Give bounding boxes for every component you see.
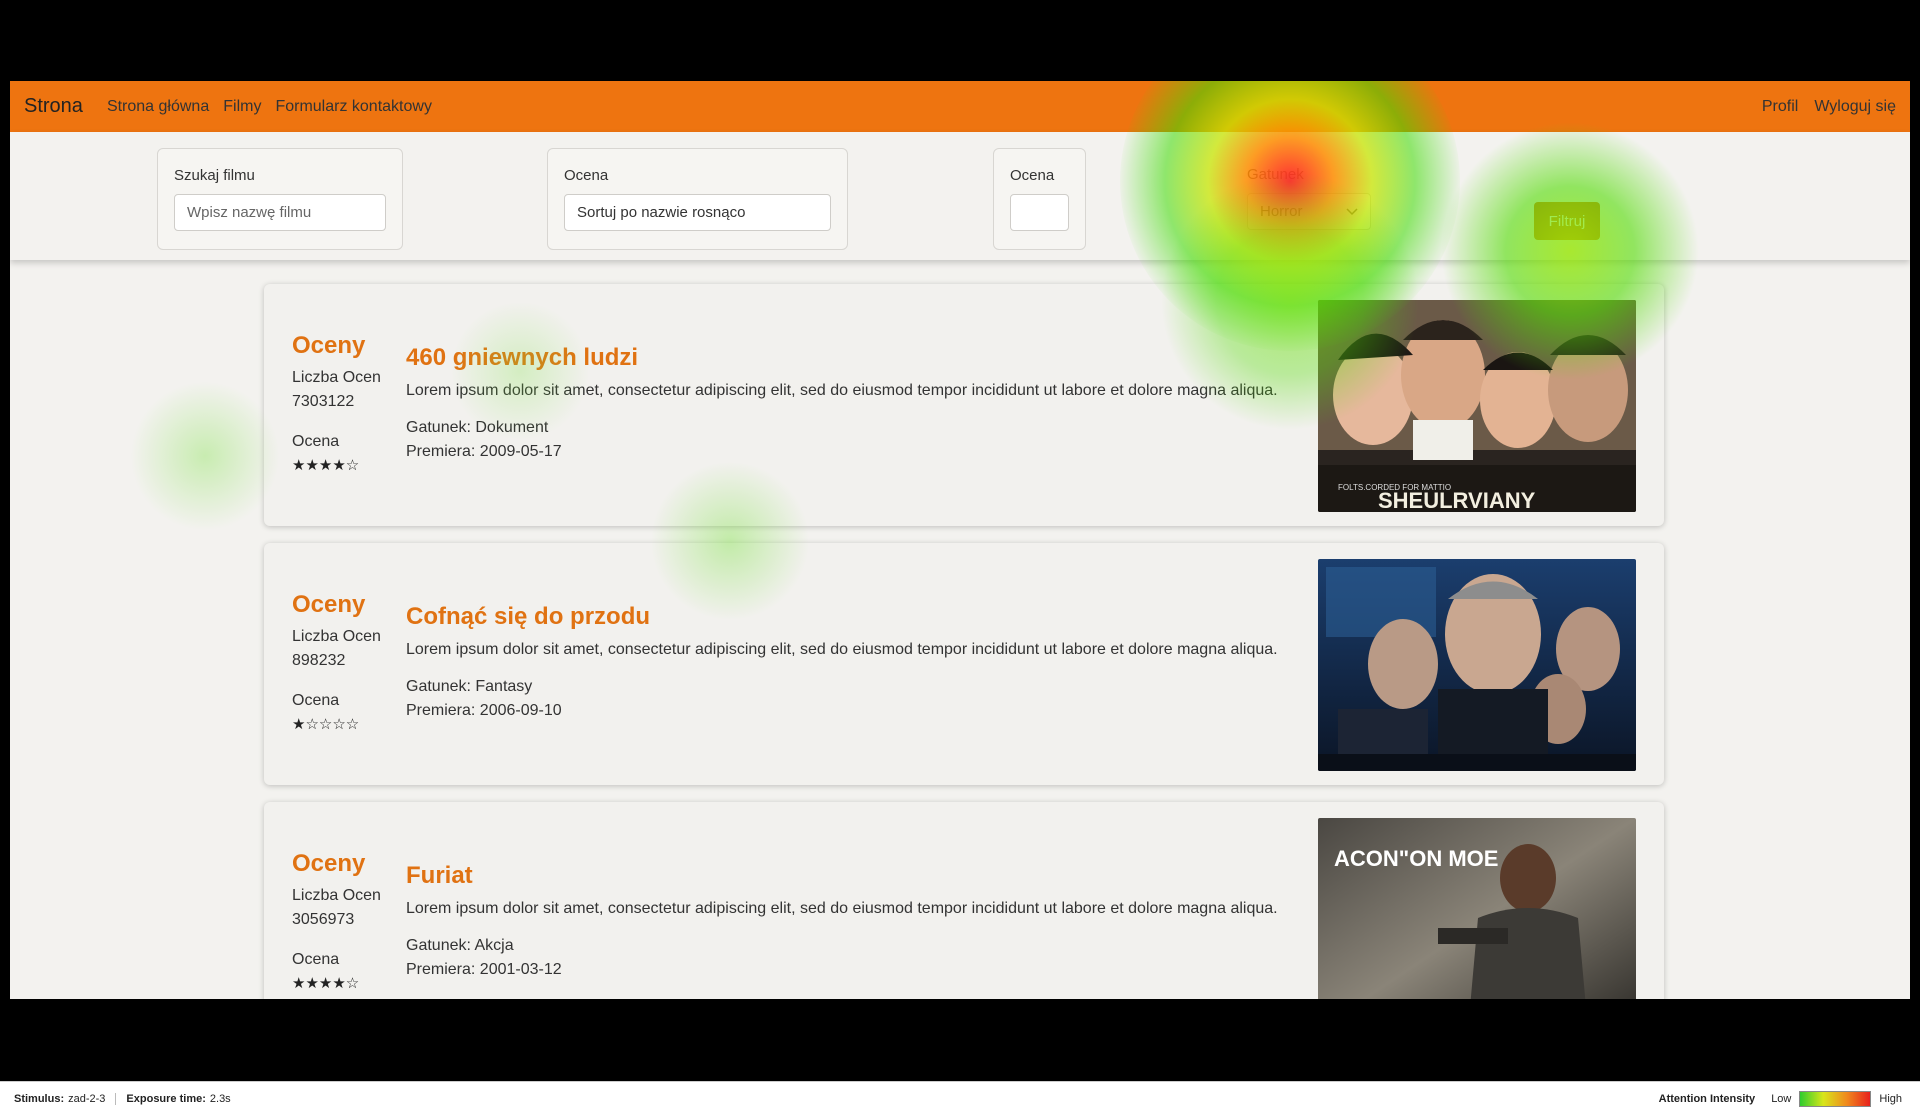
ratings-count: 3056973 xyxy=(292,911,355,928)
movie-info: 460 gniewnych ludzi Lorem ipsum dolor si… xyxy=(406,344,1306,464)
heatmap-hotspot xyxy=(130,381,280,531)
nav-link-logout[interactable]: Wyloguj się xyxy=(1814,98,1896,116)
movie-description: Lorem ipsum dolor sit amet, consectetur … xyxy=(406,382,1278,399)
intensity-label: Attention Intensity xyxy=(1658,1092,1756,1105)
search-filter: Szukaj filmu xyxy=(157,148,403,250)
navbar-right: Profil Wyloguj się xyxy=(1746,81,1896,132)
exposure-label: Exposure time: xyxy=(126,1092,206,1105)
ratings-count-label: Liczba Ocen xyxy=(292,628,381,645)
rating-stars: ★☆☆☆☆ xyxy=(292,716,360,733)
movie-poster[interactable]: ACON"ON MOE xyxy=(1318,818,1636,999)
movie-premiere: Premiera: 2009-05-17 xyxy=(406,443,562,460)
movie-description: Lorem ipsum dolor sit amet, consectetur … xyxy=(406,641,1278,658)
navbar-brand[interactable]: Strona xyxy=(24,95,83,118)
movie-info: Furiat Lorem ipsum dolor sit amet, conse… xyxy=(406,862,1306,982)
ratings-panel: Oceny Liczba Ocen 3056973 Ocena ★★★★☆ xyxy=(292,850,402,992)
movie-title[interactable]: Furiat xyxy=(406,862,1306,890)
poster-text: ACON"ON MOE xyxy=(1334,846,1498,871)
movie-premiere: Premiera: 2006-09-10 xyxy=(406,702,562,719)
genre-select-value: Horror xyxy=(1260,203,1303,220)
nav-link-home[interactable]: Strona główna xyxy=(107,98,209,116)
rating-label: Ocena xyxy=(292,951,340,968)
ratings-count-label: Liczba Ocen xyxy=(292,887,381,904)
rating-stars: ★★★★☆ xyxy=(292,975,360,992)
sort-select[interactable]: Sortuj po nazwie rosnąco xyxy=(564,194,831,231)
rating-stars: ★★★★☆ xyxy=(292,457,360,474)
intensity-legend: Attention Intensity Low High xyxy=(1658,1090,1902,1107)
rating-filter: Ocena xyxy=(993,148,1086,250)
movie-description: Lorem ipsum dolor sit amet, consectetur … xyxy=(406,900,1278,917)
movie-premiere: Premiera: 2001-03-12 xyxy=(406,961,562,978)
chevron-down-icon xyxy=(1346,207,1358,215)
legend-bar: Stimulus: zad-2-3 Exposure time: 2.3s At… xyxy=(0,1081,1920,1115)
intensity-low: Low xyxy=(1771,1092,1792,1105)
genre-select[interactable]: Horror xyxy=(1247,193,1371,230)
rating-label: Ocena xyxy=(292,433,340,450)
stimulus-value: zad-2-3 xyxy=(68,1092,106,1105)
genre-label: Gatunek xyxy=(1247,166,1304,183)
nav-link-profile[interactable]: Profil xyxy=(1762,98,1798,116)
rating-label: Ocena xyxy=(292,692,340,709)
movie-card: Oceny Liczba Ocen 898232 Ocena ★☆☆☆☆ Cof… xyxy=(264,543,1664,785)
sort-filter: Ocena Sortuj po nazwie rosnąco xyxy=(547,148,848,250)
stimulus-label: Stimulus: xyxy=(14,1092,65,1105)
movie-genre: Gatunek: Dokument xyxy=(406,419,549,436)
nav-link-movies[interactable]: Filmy xyxy=(223,98,261,116)
ratings-panel: Oceny Liczba Ocen 7303122 Ocena ★★★★☆ xyxy=(292,332,402,474)
ratings-title: Oceny xyxy=(292,332,366,359)
movie-title[interactable]: 460 gniewnych ludzi xyxy=(406,344,1306,372)
intensity-high: High xyxy=(1879,1092,1902,1105)
search-label: Szukaj filmu xyxy=(174,167,255,184)
movie-card: Oceny Liczba Ocen 3056973 Ocena ★★★★☆ Fu… xyxy=(264,802,1664,999)
legend-divider xyxy=(115,1092,117,1105)
movie-poster[interactable]: FOLTS.CORDED FOR MATTIO SHEULRVIANY xyxy=(1318,300,1636,512)
ratings-title: Oceny xyxy=(292,850,366,877)
rating-label: Ocena xyxy=(1010,167,1055,184)
stimulus-info: Stimulus: zad-2-3 Exposure time: 2.3s xyxy=(14,1092,231,1105)
movie-genre: Gatunek: Akcja xyxy=(406,937,514,954)
movie-genre: Gatunek: Fantasy xyxy=(406,678,533,695)
movie-card: Oceny Liczba Ocen 7303122 Ocena ★★★★☆ 46… xyxy=(264,284,1664,526)
intensity-gradient xyxy=(1799,1090,1872,1107)
movie-info: Cofnąć się do przodu Lorem ipsum dolor s… xyxy=(406,603,1306,723)
ratings-count-label: Liczba Ocen xyxy=(292,369,381,386)
browser-viewport: Strona Strona główna Filmy Formularz kon… xyxy=(10,81,1910,999)
filter-bar: Szukaj filmu Ocena Sortuj po nazwie rosn… xyxy=(10,132,1910,260)
nav-link-contact[interactable]: Formularz kontaktowy xyxy=(275,98,432,116)
ratings-count: 898232 xyxy=(292,652,346,669)
movie-poster[interactable] xyxy=(1318,559,1636,771)
rating-input[interactable] xyxy=(1010,194,1069,231)
movie-title[interactable]: Cofnąć się do przodu xyxy=(406,603,1306,631)
navbar: Strona Strona główna Filmy Formularz kon… xyxy=(10,81,1910,132)
ratings-panel: Oceny Liczba Ocen 898232 Ocena ★☆☆☆☆ xyxy=(292,591,402,733)
exposure-value: 2.3s xyxy=(209,1092,231,1105)
poster-text: SHEULRVIANY xyxy=(1378,488,1536,512)
filter-button[interactable]: Filtruj xyxy=(1534,202,1600,240)
search-input[interactable] xyxy=(174,194,386,231)
genre-filter: Gatunek Horror xyxy=(1247,148,1371,248)
ratings-count: 7303122 xyxy=(292,393,355,410)
sort-label: Ocena xyxy=(564,167,609,184)
ratings-title: Oceny xyxy=(292,591,366,618)
